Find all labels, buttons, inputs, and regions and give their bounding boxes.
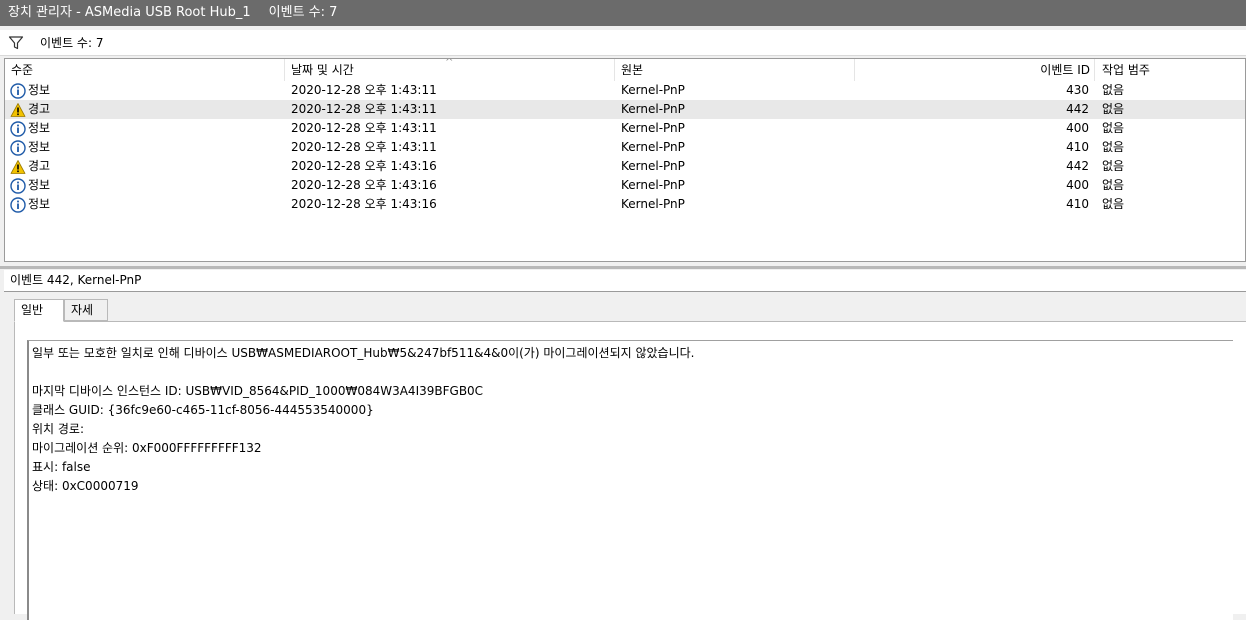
- event-list-header: 수준 날짜 및 시간 ^ 원본 이벤트 ID 작업 범주: [5, 59, 1245, 81]
- filter-icon[interactable]: [8, 35, 24, 51]
- datetime-cell: 2020-12-28 오후 1:43:11: [291, 121, 437, 135]
- message-line: 일부 또는 모호한 일치로 인해 디바이스 USB₩ASMEDIAROOT_Hu…: [32, 346, 695, 360]
- message-line: 위치 경로:: [32, 422, 85, 436]
- source-cell: Kernel-PnP: [621, 121, 685, 135]
- source-cell: Kernel-PnP: [621, 102, 685, 116]
- category-cell: 없음: [1102, 102, 1125, 116]
- event-id-cell: 400: [1066, 178, 1089, 192]
- table-row[interactable]: 정보 2020-12-28 오후 1:43:16 Kernel-PnP 400 없음: [5, 176, 1245, 195]
- level-text: 경고: [28, 159, 51, 173]
- event-message-box[interactable]: 일부 또는 모호한 일치로 인해 디바이스 USB₩ASMEDIAROOT_Hu…: [27, 340, 1233, 620]
- general-tab-panel: 일부 또는 모호한 일치로 인해 디바이스 USB₩ASMEDIAROOT_Hu…: [14, 321, 1246, 620]
- category-cell: 없음: [1102, 159, 1125, 173]
- level-cell: 정보: [10, 119, 50, 138]
- category-cell: 없음: [1102, 197, 1125, 211]
- event-rows: 정보 2020-12-28 오후 1:43:11 Kernel-PnP 430 없음 경고…: [5, 81, 1245, 214]
- message-line: 마이그레이션 순위: 0xF000FFFFFFFFF132: [32, 441, 262, 455]
- datetime-cell: 2020-12-28 오후 1:43:11: [291, 83, 437, 97]
- event-id-cell: 442: [1066, 102, 1089, 116]
- level-text: 정보: [28, 83, 51, 97]
- source-cell: Kernel-PnP: [621, 197, 685, 211]
- event-list: 수준 날짜 및 시간 ^ 원본 이벤트 ID 작업 범주 정보 2020-12-2…: [4, 58, 1246, 262]
- datetime-cell: 2020-12-28 오후 1:43:16: [291, 197, 437, 211]
- table-row[interactable]: 경고 2020-12-28 오후 1:43:16 Kernel-PnP 442 없음: [5, 157, 1245, 176]
- message-line: 마지막 디바이스 인스턴스 ID: USB₩VID_8564&PID_1000₩…: [32, 384, 484, 398]
- column-header-level[interactable]: 수준: [5, 59, 285, 81]
- event-id-cell: 430: [1066, 83, 1089, 97]
- category-cell: 없음: [1102, 121, 1125, 135]
- level-cell: 경고: [10, 100, 50, 119]
- event-id-cell: 410: [1066, 140, 1089, 154]
- datetime-cell: 2020-12-28 오후 1:43:16: [291, 159, 437, 173]
- source-cell: Kernel-PnP: [621, 83, 685, 97]
- table-row[interactable]: 정보 2020-12-28 오후 1:43:11 Kernel-PnP 400 없음: [5, 119, 1245, 138]
- source-cell: Kernel-PnP: [621, 140, 685, 154]
- event-detail-header: 이벤트 442, Kernel-PnP: [4, 270, 1246, 292]
- level-cell: 정보: [10, 138, 50, 157]
- table-row[interactable]: 정보 2020-12-28 오후 1:43:11 Kernel-PnP 410 없음: [5, 138, 1245, 157]
- message-line: 표시: false: [32, 460, 91, 474]
- column-header-category[interactable]: 작업 범주: [1095, 59, 1245, 81]
- sort-ascending-icon: ^: [445, 58, 454, 68]
- datetime-cell: 2020-12-28 오후 1:43:16: [291, 178, 437, 192]
- table-row[interactable]: 정보 2020-12-28 오후 1:43:16 Kernel-PnP 410 없음: [5, 195, 1245, 214]
- event-id-cell: 410: [1066, 197, 1089, 211]
- category-cell: 없음: [1102, 83, 1125, 97]
- category-cell: 없음: [1102, 140, 1125, 154]
- event-id-cell: 442: [1066, 159, 1089, 173]
- info-icon: [10, 177, 26, 194]
- info-icon: [10, 139, 26, 156]
- column-header-source[interactable]: 원본: [615, 59, 855, 81]
- pane-splitter[interactable]: [0, 266, 1246, 269]
- filter-toolbar: 이벤트 수: 7: [0, 30, 1246, 56]
- message-line: 클래스 GUID: {36fc9e60-c465-11cf-8056-44455…: [32, 403, 374, 417]
- table-row[interactable]: 경고 2020-12-28 오후 1:43:11 Kernel-PnP 442 없음: [5, 100, 1245, 119]
- tab-general[interactable]: 일반: [14, 299, 64, 322]
- level-cell: 정보: [10, 195, 50, 214]
- info-icon: [10, 120, 26, 137]
- event-id-cell: 400: [1066, 121, 1089, 135]
- level-cell: 정보: [10, 176, 50, 195]
- source-cell: Kernel-PnP: [621, 178, 685, 192]
- column-header-event-id[interactable]: 이벤트 ID: [855, 59, 1095, 81]
- event-count-label: 이벤트 수: 7: [40, 36, 104, 50]
- info-icon: [10, 82, 26, 99]
- info-icon: [10, 196, 26, 213]
- window-title: 장치 관리자 - ASMedia USB Root Hub_1: [8, 5, 251, 20]
- level-text: 정보: [28, 140, 51, 154]
- level-cell: 경고: [10, 157, 50, 176]
- tab-details[interactable]: 자세히: [64, 299, 108, 338]
- category-cell: 없음: [1102, 178, 1125, 192]
- level-text: 정보: [28, 178, 51, 192]
- level-text: 경고: [28, 102, 51, 116]
- datetime-cell: 2020-12-28 오후 1:43:11: [291, 140, 437, 154]
- warning-icon: [10, 102, 26, 118]
- window-titlebar: 장치 관리자 - ASMedia USB Root Hub_1 이벤트 수: 7: [0, 0, 1246, 26]
- title-event-count: 이벤트 수: 7: [268, 5, 338, 20]
- warning-icon: [10, 159, 26, 175]
- table-row[interactable]: 정보 2020-12-28 오후 1:43:11 Kernel-PnP 430 없음: [5, 81, 1245, 100]
- level-cell: 정보: [10, 81, 50, 100]
- level-text: 정보: [28, 121, 51, 135]
- message-line: 상태: 0xC0000719: [32, 479, 139, 493]
- level-text: 정보: [28, 197, 51, 211]
- source-cell: Kernel-PnP: [621, 159, 685, 173]
- datetime-cell: 2020-12-28 오후 1:43:11: [291, 102, 437, 116]
